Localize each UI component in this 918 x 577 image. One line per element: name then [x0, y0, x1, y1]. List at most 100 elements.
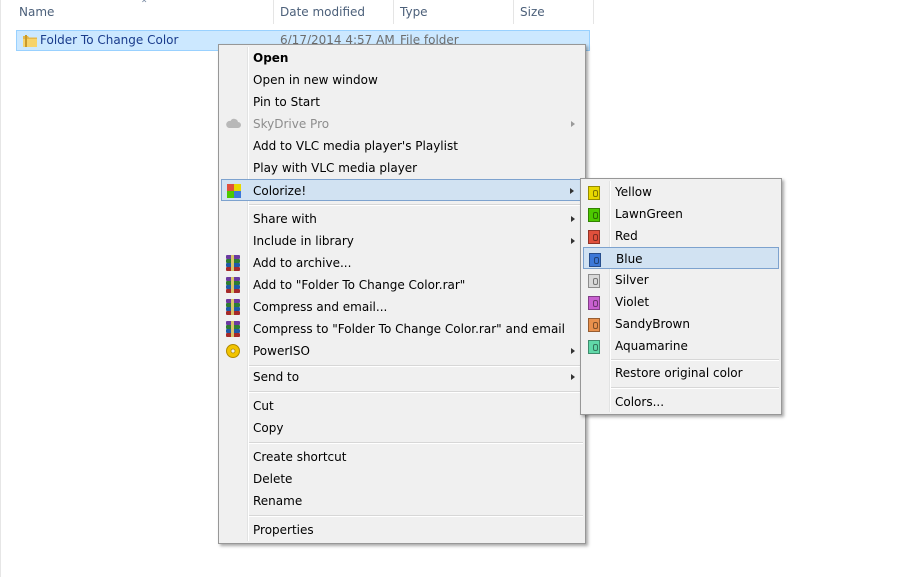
- winrar-icon: [225, 277, 241, 293]
- menu-item-colors[interactable]: Colors...: [583, 391, 779, 413]
- menu-item-add-to-archive[interactable]: Add to archive...: [221, 252, 583, 274]
- menu-item-restore-label: Restore original color: [615, 366, 743, 380]
- color-swatch-icon: [587, 272, 603, 288]
- color-option-blue[interactable]: Blue: [583, 247, 779, 269]
- color-swatch-icon: [587, 338, 603, 354]
- menu-item-add-to-archive-label: Add to archive...: [253, 256, 352, 270]
- colorize-submenu: Yellow LawnGreen Red Blue Silver Violet SandyB…: [580, 178, 782, 415]
- menu-item-skydrive-pro-label: SkyDrive Pro: [253, 117, 330, 131]
- color-option-sandybrown[interactable]: SandyBrown: [583, 313, 779, 335]
- submenu-arrow-icon: [571, 374, 575, 380]
- menu-item-add-vlc-playlist[interactable]: Add to VLC media player's Playlist: [221, 135, 583, 157]
- menu-item-cut-label: Cut: [253, 399, 274, 413]
- color-option-label: Red: [615, 229, 638, 243]
- menu-item-send-to-label: Send to: [253, 370, 300, 384]
- menu-item-copy-label: Copy: [253, 421, 284, 435]
- color-option-silver[interactable]: Silver: [583, 269, 779, 291]
- winrar-icon: [225, 255, 241, 271]
- menu-item-send-to[interactable]: Send to: [221, 366, 583, 388]
- sort-ascending-icon: ⌃: [140, 0, 149, 10]
- menu-item-cut[interactable]: Cut: [221, 395, 583, 417]
- color-swatch-icon: [587, 206, 603, 222]
- menu-item-colorize[interactable]: Colorize!: [221, 179, 583, 201]
- menu-item-pin-to-start[interactable]: Pin to Start: [221, 91, 583, 113]
- menu-item-open[interactable]: Open: [221, 47, 583, 69]
- menu-separator: [249, 391, 583, 393]
- menu-item-include-in-library[interactable]: Include in library: [221, 230, 583, 252]
- menu-item-colors-label: Colors...: [615, 395, 665, 409]
- column-header-type[interactable]: Type: [394, 0, 514, 24]
- menu-item-share-with-label: Share with: [253, 212, 317, 226]
- menu-item-properties[interactable]: Properties: [221, 519, 583, 541]
- menu-item-restore-original-color[interactable]: Restore original color: [583, 362, 779, 384]
- menu-separator: [249, 442, 583, 444]
- column-header-size-label: Size: [520, 5, 545, 19]
- color-swatch-icon: [588, 251, 604, 267]
- column-header-size[interactable]: Size: [514, 0, 594, 24]
- menu-item-open-new-window-label: Open in new window: [253, 73, 378, 87]
- menu-item-rename[interactable]: Rename: [221, 490, 583, 512]
- context-menu: Open Open in new window Pin to Start Sky…: [218, 44, 586, 544]
- window-left-border: [0, 0, 1, 577]
- menu-item-skydrive-pro[interactable]: SkyDrive Pro: [221, 113, 583, 135]
- color-option-red[interactable]: Red: [583, 225, 779, 247]
- cloud-icon: [226, 118, 241, 128]
- color-option-lawngreen[interactable]: LawnGreen: [583, 203, 779, 225]
- menu-item-add-to-rar[interactable]: Add to "Folder To Change Color.rar": [221, 274, 583, 296]
- menu-item-play-vlc-label: Play with VLC media player: [253, 161, 418, 175]
- file-name: Folder To Change Color: [40, 33, 179, 47]
- column-header-name-label: Name: [19, 5, 55, 19]
- menu-item-play-vlc[interactable]: Play with VLC media player: [221, 157, 583, 179]
- menu-item-properties-label: Properties: [253, 523, 314, 537]
- menu-item-share-with[interactable]: Share with: [221, 208, 583, 230]
- menu-item-include-in-library-label: Include in library: [253, 234, 354, 248]
- menu-item-delete[interactable]: Delete: [221, 468, 583, 490]
- menu-item-open-label: Open: [253, 51, 289, 65]
- column-header-name[interactable]: Name ⌃: [13, 0, 274, 24]
- submenu-arrow-icon: [571, 348, 575, 354]
- submenu-arrow-icon: [571, 238, 575, 244]
- menu-item-compress-rar-email[interactable]: Compress to "Folder To Change Color.rar"…: [221, 318, 583, 340]
- menu-item-compress-rar-email-label: Compress to "Folder To Change Color.rar"…: [253, 322, 565, 336]
- menu-item-create-shortcut[interactable]: Create shortcut: [221, 446, 583, 468]
- color-swatch-icon: [587, 294, 603, 310]
- poweriso-disc-icon: [226, 344, 240, 358]
- menu-item-copy[interactable]: Copy: [221, 417, 583, 439]
- menu-item-pin-to-start-label: Pin to Start: [253, 95, 320, 109]
- color-option-violet[interactable]: Violet: [583, 291, 779, 313]
- color-swatch-icon: [587, 184, 603, 200]
- color-option-label: Violet: [615, 295, 650, 309]
- menu-item-create-shortcut-label: Create shortcut: [253, 450, 347, 464]
- color-option-label: Yellow: [615, 185, 652, 199]
- menu-item-poweriso[interactable]: PowerISO: [221, 340, 583, 362]
- menu-item-rename-label: Rename: [253, 494, 303, 508]
- menu-item-open-new-window[interactable]: Open in new window: [221, 69, 583, 91]
- column-header-date-modified[interactable]: Date modified: [274, 0, 394, 24]
- menu-item-compress-email-label: Compress and email...: [253, 300, 388, 314]
- menu-item-add-vlc-playlist-label: Add to VLC media player's Playlist: [253, 139, 458, 153]
- winrar-icon: [225, 299, 241, 315]
- winrar-icon: [225, 321, 241, 337]
- color-option-label: Blue: [616, 252, 643, 266]
- menu-item-add-to-rar-label: Add to "Folder To Change Color.rar": [253, 278, 466, 292]
- color-option-label: Silver: [615, 273, 649, 287]
- menu-separator: [611, 359, 779, 361]
- submenu-arrow-icon: [571, 121, 575, 127]
- menu-separator: [249, 204, 583, 206]
- menu-item-compress-email[interactable]: Compress and email...: [221, 296, 583, 318]
- column-header-date-label: Date modified: [280, 5, 366, 19]
- menu-separator: [611, 387, 779, 389]
- color-option-label: LawnGreen: [615, 207, 683, 221]
- color-option-yellow[interactable]: Yellow: [583, 181, 779, 203]
- color-option-label: SandyBrown: [615, 317, 690, 331]
- menu-item-colorize-label: Colorize!: [253, 184, 307, 198]
- color-swatch-icon: [587, 228, 603, 244]
- colorize-icon: [226, 183, 242, 199]
- color-option-label: Aquamarine: [615, 339, 688, 353]
- color-option-aquamarine[interactable]: Aquamarine: [583, 335, 779, 357]
- menu-item-delete-label: Delete: [253, 472, 293, 486]
- column-header-type-label: Type: [400, 5, 428, 19]
- submenu-arrow-icon: [570, 188, 574, 194]
- folder-icon: [23, 35, 37, 47]
- color-swatch-icon: [587, 316, 603, 332]
